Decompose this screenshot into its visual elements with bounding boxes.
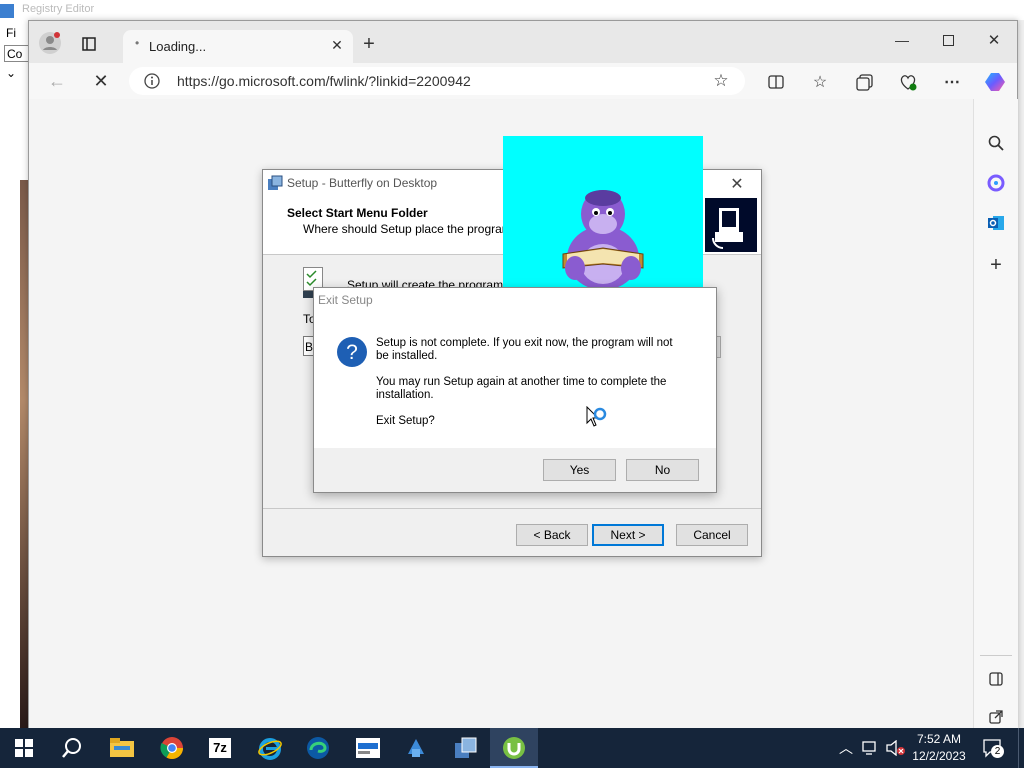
show-desktop-button[interactable] [1018,728,1024,768]
edge-sidebar: + [973,99,1018,729]
cancel-button[interactable]: Cancel [676,524,748,546]
back-button[interactable]: < Back [516,524,588,546]
tab-loading[interactable]: • Loading... ✕ [123,30,353,63]
add-sidebar-app-icon[interactable]: + [984,253,1008,277]
chrome-icon[interactable] [148,728,196,768]
exit-message-line4: installation. [376,389,434,401]
setup-header-computer-image [705,198,757,252]
no-button[interactable]: No [626,459,699,481]
network-icon[interactable] [862,740,880,756]
edge-icon[interactable] [294,728,342,768]
setup-header-title: Select Start Menu Folder [287,206,428,220]
file-explorer-icon[interactable] [98,728,146,768]
profile-avatar[interactable] [37,30,63,56]
collections-icon[interactable] [853,71,875,93]
exit-message-line3: You may run Setup again at another time … [376,376,667,388]
background-address-field[interactable]: Co [4,45,30,62]
background-menu-file[interactable]: Fi [6,26,16,40]
yes-button[interactable]: Yes [543,459,616,481]
7zip-icon[interactable]: 7z [196,728,244,768]
ie-icon[interactable] [246,728,294,768]
start-icon[interactable] [0,728,48,768]
tab-actions-icon[interactable] [79,34,99,54]
background-app-titlebar: Registry Editor [0,0,1024,20]
site-info-icon[interactable] [143,72,161,90]
registry-icon[interactable] [392,728,440,768]
tab-loading-dot: • [135,36,140,50]
more-options-icon[interactable]: ⋯ [941,71,963,93]
tab-title: Loading... [149,39,207,54]
tab-bar: • Loading... ✕ + — ✕ [29,21,1017,63]
notification-center-icon[interactable]: 2 [982,738,1004,758]
setup-title: Setup - Butterfly on Desktop [287,176,438,190]
stop-loading-icon[interactable]: ✕ [89,69,113,93]
exit-setup-dialog: Exit Setup ? Setup is not complete. If y… [313,287,717,493]
next-button[interactable]: Next > [592,524,664,546]
search-icon[interactable] [984,131,1008,155]
setup-footer-divider [263,508,761,509]
setup-app-icon [267,175,283,191]
minimize-icon[interactable]: — [891,29,913,51]
browser-toolbar: ← ✕ https://go.microsoft.com/fwlink/?lin… [29,63,1017,99]
address-bar[interactable]: https://go.microsoft.com/fwlink/?linkid=… [129,67,745,95]
setup-header-subtitle: Where should Setup place the program's s [303,222,530,236]
exit-question: Exit Setup? [376,415,435,427]
volume-muted-icon[interactable] [886,739,906,757]
back-arrow-icon[interactable]: ← [45,69,69,93]
taskbar: 7z ︿ 7:52 AM 12/2/2023 2 [0,728,1024,768]
svg-text:?: ? [346,341,358,364]
exit-dialog-title: Exit Setup [318,293,373,307]
browser-essentials-icon[interactable] [897,71,919,93]
question-icon: ? [336,336,368,368]
exit-dialog-footer: Yes No [314,448,716,492]
external-link-icon[interactable] [984,705,1008,729]
outlook-icon[interactable] [984,211,1008,235]
taskbar-search-icon[interactable] [48,728,96,768]
exit-message-line1: Setup is not complete. If you exit now, … [376,337,673,349]
setup-close-icon[interactable]: ✕ [727,174,747,194]
split-screen-icon[interactable] [765,71,787,93]
busy-cursor-icon [586,405,610,434]
bonzi-popup[interactable] [503,136,703,296]
exit-message-line2: be installed. [376,350,438,362]
favorites-icon[interactable]: ☆ [809,71,831,93]
maximize-icon[interactable] [937,29,959,51]
sidebar-divider [980,655,1012,656]
favorite-star-icon[interactable]: ☆ [711,71,731,91]
copilot-icon[interactable] [983,69,1009,95]
registry-app-icon [0,4,14,18]
clock-date[interactable]: 12/2/2023 [910,749,968,763]
clock-time[interactable]: 7:52 AM [916,732,962,746]
url-text: https://go.microsoft.com/fwlink/?linkid=… [177,73,471,89]
utorrent-icon[interactable] [490,728,538,768]
purple-gorilla-reading-icon [562,190,644,290]
chevron-down-icon[interactable]: ⌄ [6,66,16,80]
notification-count-badge: 2 [991,745,1004,758]
setup-icon[interactable] [442,728,490,768]
window-close-icon[interactable]: ✕ [983,29,1005,51]
copilot-sidebar-icon[interactable] [984,171,1008,195]
show-hidden-icons-icon[interactable]: ︿ [838,738,854,758]
close-tab-icon[interactable]: ✕ [329,37,345,53]
background-app-title: Registry Editor [22,3,95,15]
new-tab-icon[interactable]: + [359,33,379,55]
hide-sidebar-icon[interactable] [984,667,1008,691]
app-icon[interactable] [344,728,392,768]
